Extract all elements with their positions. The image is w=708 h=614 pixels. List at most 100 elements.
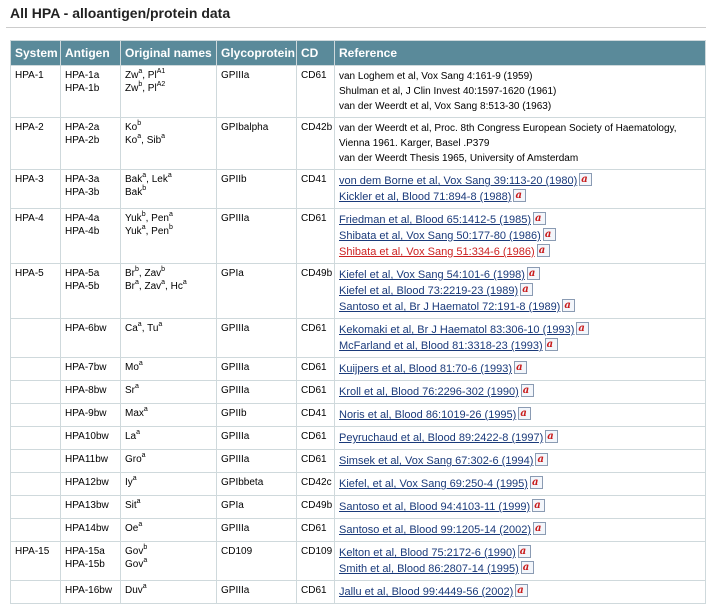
cell-cd: CD49b bbox=[296, 263, 335, 319]
cell-reference: Kroll et al, Blood 76:2296-302 (1990) a bbox=[334, 380, 706, 404]
pdf-glyph: a bbox=[547, 431, 554, 442]
pdf-document-icon[interactable]: a bbox=[526, 267, 540, 280]
reference-link[interactable]: Kuijpers et al, Blood 81:70-6 (1993) bbox=[339, 363, 512, 375]
pdf-document-icon[interactable]: a bbox=[545, 430, 559, 443]
table-row: HPA11bw Groa GPIIIa CD61 Simsek et al, Vox S… bbox=[10, 449, 706, 473]
table-header-row: System Antigen Original names Glycoprote… bbox=[10, 40, 706, 66]
table-row: HPA-8bw Sra GPIIIa CD61 Kroll et al, Blood 7… bbox=[10, 380, 706, 404]
name-superscript: a bbox=[136, 497, 141, 505]
pdf-document-icon[interactable]: a bbox=[536, 244, 550, 257]
name-text: Bak bbox=[125, 187, 143, 198]
pdf-document-icon[interactable]: a bbox=[517, 545, 531, 558]
name-superscript: a bbox=[142, 171, 147, 179]
pdf-glyph: a bbox=[531, 477, 539, 488]
reference-line: Kroll et al, Blood 76:2296-302 (1990) a bbox=[339, 384, 701, 400]
cell-glycoprotein: GPIIIa bbox=[216, 518, 297, 542]
name-superscript: a bbox=[141, 223, 146, 231]
reference-line: Simsek et al, Vox Sang 67:302-6 (1994) a bbox=[339, 453, 701, 469]
name-superscript: a bbox=[142, 582, 147, 590]
pdf-document-icon[interactable]: a bbox=[520, 384, 534, 397]
reference-line: Kuijpers et al, Blood 81:70-6 (1993) a bbox=[339, 361, 701, 377]
header-glycoprotein: Glycoprotein bbox=[216, 40, 297, 66]
original-name-line: Sita bbox=[125, 497, 212, 512]
reference-link[interactable]: Kiefel et al, Blood 73:2219-23 (1989) bbox=[339, 285, 518, 297]
reference-link[interactable]: Santoso et al, Blood 99:1205-14 (2002) bbox=[339, 524, 531, 536]
name-superscript: A1 bbox=[156, 67, 166, 75]
antigen-label: HPA14bw bbox=[65, 523, 109, 534]
cell-original-names: Yukb, Pena Yuka, Penb bbox=[120, 208, 217, 264]
hpa-table: System Antigen Original names Glycoprote… bbox=[10, 40, 706, 604]
cell-reference: Noris et al, Blood 86:1019-26 (1995) a bbox=[334, 403, 706, 427]
reference-text: van Loghem et al, Vox Sang 4:161-9 (1959… bbox=[339, 71, 533, 82]
antigen-label: HPA13bw bbox=[65, 500, 109, 511]
name-superscript: a bbox=[182, 278, 187, 286]
cell-reference: Kekomaki et al, Br J Haematol 83:306-10 … bbox=[334, 318, 706, 358]
pdf-glyph: a bbox=[519, 546, 527, 557]
reference-link[interactable]: Friedman et al, Blood 65:1412-5 (1985) bbox=[339, 214, 531, 226]
pdf-document-icon[interactable]: a bbox=[529, 476, 543, 489]
reference-link[interactable]: Kiefel et al, Vox Sang 54:101-6 (1998) bbox=[339, 269, 525, 281]
reference-link[interactable]: Shibata et al, Vox Sang 51:334-6 (1986) bbox=[339, 246, 535, 258]
cell-cd: CD49b bbox=[296, 495, 335, 519]
reference-link[interactable]: Kroll et al, Blood 76:2296-302 (1990) bbox=[339, 386, 519, 398]
reference-link[interactable]: McFarland et al, Blood 81:3318-23 (1993) bbox=[339, 340, 543, 352]
pdf-document-icon[interactable]: a bbox=[515, 584, 529, 597]
pdf-document-icon[interactable]: a bbox=[513, 189, 527, 202]
table-row: HPA-15 HPA-15a HPA-15b Govb Gova CD109 CD109 Ke… bbox=[10, 541, 706, 581]
pdf-document-icon[interactable]: a bbox=[562, 299, 576, 312]
reference-line: Peyruchaud et al, Blood 89:2422-8 (1997)… bbox=[339, 430, 701, 446]
cell-cd: CD41 bbox=[296, 403, 335, 427]
cell-original-names: Sra bbox=[120, 380, 217, 404]
reference-link[interactable]: von dem Borne et al, Vox Sang 39:113-20 … bbox=[339, 175, 577, 187]
reference-link[interactable]: Simsek et al, Vox Sang 67:302-6 (1994) bbox=[339, 455, 533, 467]
pdf-glyph: a bbox=[517, 585, 524, 596]
reference-link[interactable]: Kiefel, et al, Vox Sang 69:250-4 (1995) bbox=[339, 478, 528, 490]
reference-line: McFarland et al, Blood 81:3318-23 (1993)… bbox=[339, 338, 701, 354]
pdf-document-icon[interactable]: a bbox=[520, 283, 534, 296]
reference-link[interactable]: Jallu et al, Blood 99:4449-56 (2002) bbox=[339, 586, 513, 598]
name-text: Zw bbox=[125, 83, 139, 94]
pdf-document-icon[interactable]: a bbox=[544, 338, 558, 351]
reference-link[interactable]: Shibata et al, Vox Sang 50:177-80 (1986) bbox=[339, 230, 541, 242]
header-cd: CD bbox=[296, 40, 335, 66]
pdf-glyph: a bbox=[537, 454, 544, 465]
name-superscript: b bbox=[168, 223, 173, 231]
reference-link[interactable]: Noris et al, Blood 86:1019-26 (1995) bbox=[339, 409, 516, 421]
name-text: , Zav bbox=[138, 281, 162, 292]
table-row: HPA-6bw Caa, Tua GPIIIa CD61 Kekomaki et al,… bbox=[10, 318, 706, 358]
reference-link[interactable]: Santoso et al, Blood 94:4103-11 (1999) bbox=[339, 501, 530, 513]
cell-original-names: Moa bbox=[120, 357, 217, 381]
reference-line: Santoso et al, Blood 99:1205-14 (2002) a bbox=[339, 522, 701, 538]
original-name-line: Oea bbox=[125, 521, 212, 535]
reference-link[interactable]: Peyruchaud et al, Blood 89:2422-8 (1997) bbox=[339, 432, 543, 444]
reference-link[interactable]: Kickler et al, Blood 71:894-8 (1988) bbox=[339, 191, 511, 203]
cell-cd: CD61 bbox=[296, 208, 335, 264]
pdf-document-icon[interactable]: a bbox=[535, 453, 549, 466]
pdf-document-icon[interactable]: a bbox=[532, 499, 546, 512]
pdf-document-icon[interactable]: a bbox=[576, 322, 590, 335]
pdf-document-icon[interactable]: a bbox=[579, 173, 593, 186]
pdf-document-icon[interactable]: a bbox=[518, 407, 532, 420]
reference-line: Friedman et al, Blood 65:1412-5 (1985) a bbox=[339, 212, 701, 228]
cell-reference: Kiefel et al, Vox Sang 54:101-6 (1998) a K… bbox=[334, 263, 706, 319]
reference-link[interactable]: Kelton et al, Blood 75:2172-6 (1990) bbox=[339, 547, 516, 559]
original-name-line: Maxa bbox=[125, 406, 212, 420]
reference-line: van der Weerdt et al, Vox Sang 8:513-30 … bbox=[339, 99, 701, 114]
reference-link[interactable]: Santoso et al, Br J Haematol 72:191-8 (1… bbox=[339, 301, 560, 313]
pdf-glyph: a bbox=[581, 174, 588, 185]
reference-line: van der Weerdt Thesis 1965, University o… bbox=[339, 151, 701, 166]
reference-link[interactable]: Kekomaki et al, Br J Haematol 83:306-10 … bbox=[339, 324, 574, 336]
pdf-document-icon[interactable]: a bbox=[520, 561, 534, 574]
pdf-document-icon[interactable]: a bbox=[533, 212, 547, 225]
cell-glycoprotein: GPIIIa bbox=[216, 65, 297, 118]
antigen-label: HPA-2b bbox=[65, 135, 100, 146]
pdf-document-icon[interactable]: a bbox=[533, 522, 547, 535]
antigen-label: HPA11bw bbox=[65, 454, 108, 465]
name-text: Sr bbox=[125, 385, 135, 396]
cell-antigen: HPA-2a HPA-2b bbox=[60, 117, 121, 170]
cell-cd: CD61 bbox=[296, 449, 335, 473]
pdf-document-icon[interactable]: a bbox=[542, 228, 556, 241]
pdf-document-icon[interactable]: a bbox=[514, 361, 528, 374]
cell-cd: CD41 bbox=[296, 169, 335, 209]
reference-link[interactable]: Smith et al, Blood 86:2807-14 (1995) bbox=[339, 563, 519, 575]
